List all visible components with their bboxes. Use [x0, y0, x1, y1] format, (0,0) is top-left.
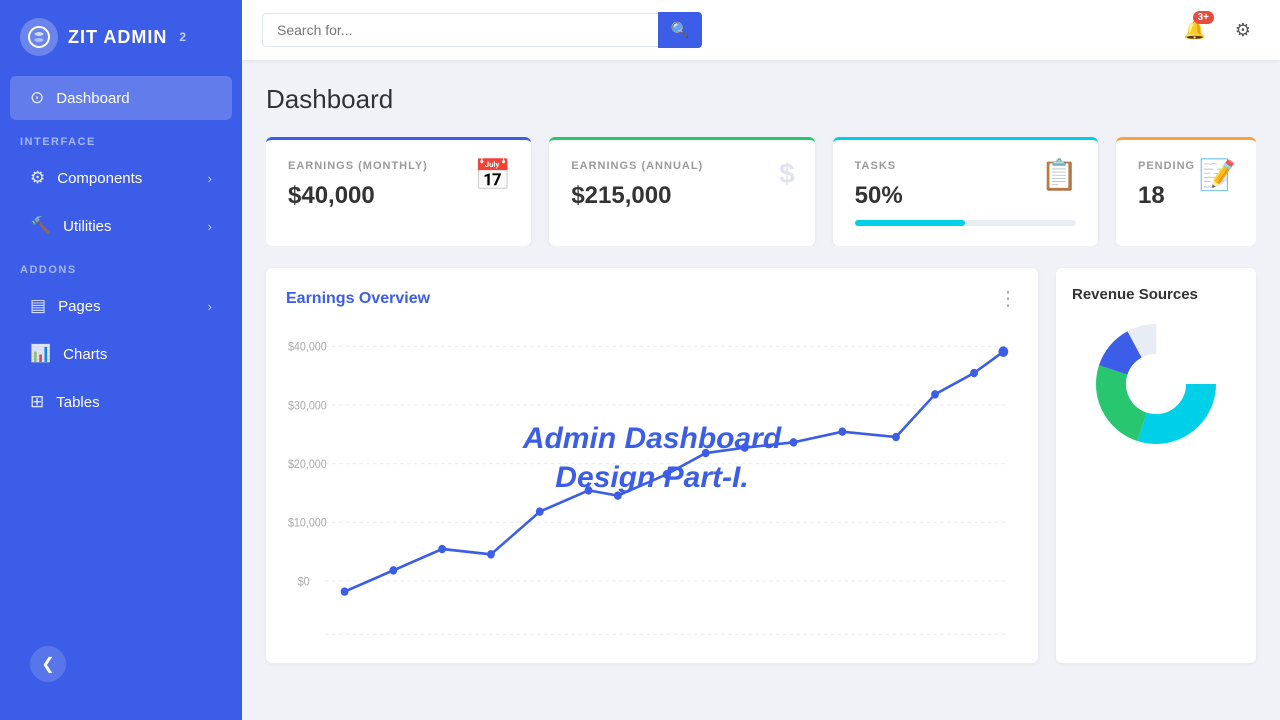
stat-card-earnings-monthly: EARNINGS (MONTHLY) $40,000 📅 [266, 137, 531, 246]
notification-badge: 3+ [1193, 11, 1214, 24]
sidebar-item-label: Tables [56, 394, 99, 411]
earnings-chart-svg: $40,000 $30,000 $20,000 $10,000 $0 [286, 325, 1018, 645]
components-icon: ⚙ [30, 168, 45, 188]
sidebar-item-label: Utilities [63, 218, 111, 235]
logo-icon [20, 18, 58, 56]
earnings-chart-title: Earnings Overview [286, 290, 430, 308]
y-label-0: $0 [298, 576, 310, 589]
settings-button[interactable]: ⚙ [1226, 13, 1260, 47]
stat-card-progress-bar [855, 220, 966, 226]
chart-dot [536, 507, 544, 516]
chart-dot [663, 470, 671, 479]
app-logo: ZIT ADMIN 2 [0, 0, 242, 74]
charts-icon: 📊 [30, 344, 51, 364]
search-input[interactable] [262, 13, 658, 47]
chevron-right-icon: › [208, 219, 212, 234]
sidebar: ZIT ADMIN 2 ⊙ Dashboard INTERFACE ⚙ Comp… [0, 0, 242, 720]
stat-card-progress-track [855, 220, 1076, 226]
y-label-20k: $20,000 [288, 459, 327, 472]
chevron-left-icon: ❮ [41, 654, 54, 674]
app-version: 2 [179, 30, 187, 44]
chart-dot [838, 427, 846, 436]
sidebar-item-pages[interactable]: ▤ Pages › [10, 284, 232, 328]
y-label-30k: $30,000 [288, 400, 327, 413]
dollar-icon: $ [779, 158, 795, 190]
main-area: 🔍 🔔 3+ ⚙ Dashboard EARNINGS (MONTHLY) $4… [242, 0, 1280, 720]
earnings-chart-card: Earnings Overview ⋮ Admin Dashboard Desi… [266, 268, 1038, 663]
sidebar-collapse-button[interactable]: ❮ [30, 646, 66, 682]
sidebar-item-dashboard[interactable]: ⊙ Dashboard [10, 76, 232, 120]
chevron-right-icon: › [208, 299, 212, 314]
sidebar-section-interface: INTERFACE [0, 122, 242, 154]
gear-icon: ⚙ [1235, 20, 1251, 41]
page-title: Dashboard [266, 84, 1256, 115]
sidebar-item-components[interactable]: ⚙ Components › [10, 156, 232, 200]
stat-cards-row: EARNINGS (MONTHLY) $40,000 📅 EARNINGS (A… [266, 137, 1256, 246]
chart-dot [702, 449, 710, 458]
y-label-10k: $10,000 [288, 517, 327, 530]
chart-dot [341, 587, 349, 596]
dashboard-icon: ⊙ [30, 88, 44, 108]
sidebar-item-label: Dashboard [56, 90, 129, 107]
chart-dot [931, 390, 939, 399]
chart-dot [741, 443, 749, 452]
calendar-icon: 📅 [474, 158, 511, 193]
stat-card-earnings-annual: EARNINGS (ANNUAL) $215,000 $ [549, 137, 814, 246]
chart-dot [790, 438, 798, 447]
chart-dot [970, 369, 978, 378]
sidebar-item-utilities[interactable]: 🔨 Utilities › [10, 204, 232, 248]
tables-icon: ⊞ [30, 392, 44, 412]
sidebar-item-charts[interactable]: 📊 Charts [10, 332, 232, 376]
sidebar-item-label: Components [57, 170, 142, 187]
stat-card-pending: PENDING 18 📝 [1116, 137, 1256, 246]
donut-center [1126, 354, 1186, 414]
sidebar-item-tables[interactable]: ⊞ Tables [10, 380, 232, 424]
chart-dot [585, 486, 593, 495]
stat-card-tasks: TASKS 50% 📋 [833, 137, 1098, 246]
chevron-right-icon: › [208, 171, 212, 186]
chart-dot [487, 550, 495, 559]
y-label-40k: $40,000 [288, 341, 327, 354]
stat-card-label: EARNINGS (ANNUAL) [571, 160, 792, 172]
earnings-chart-header: Earnings Overview ⋮ [286, 286, 1018, 311]
notification-button[interactable]: 🔔 3+ [1178, 13, 1212, 47]
chart-dot-last [998, 346, 1008, 357]
revenue-sources-title: Revenue Sources [1072, 286, 1240, 303]
pending-icon: 📝 [1199, 158, 1236, 193]
search-container: 🔍 [262, 12, 702, 48]
top-header: 🔍 🔔 3+ ⚙ [242, 0, 1280, 60]
utilities-icon: 🔨 [30, 216, 51, 236]
search-icon: 🔍 [671, 21, 690, 39]
tasks-icon: 📋 [1041, 158, 1078, 193]
sidebar-section-addons: ADDONS [0, 250, 242, 282]
chart-dot [892, 433, 900, 442]
chart-dot [438, 545, 446, 554]
sidebar-item-label: Pages [58, 298, 101, 315]
stat-card-value: $215,000 [571, 182, 792, 210]
chart-line [345, 352, 1004, 592]
app-name-label: ZIT ADMIN [68, 27, 167, 48]
revenue-sources-card: Revenue Sources [1056, 268, 1256, 663]
chart-dot [614, 491, 622, 500]
main-content: Dashboard EARNINGS (MONTHLY) $40,000 📅 E… [242, 60, 1280, 720]
sidebar-item-label: Charts [63, 346, 107, 363]
lower-section: Earnings Overview ⋮ Admin Dashboard Desi… [266, 268, 1256, 663]
header-right: 🔔 3+ ⚙ [1178, 13, 1260, 47]
chart-dot [389, 566, 397, 575]
pages-icon: ▤ [30, 296, 46, 316]
earnings-chart-menu-icon[interactable]: ⋮ [998, 286, 1018, 311]
revenue-donut-chart [1091, 319, 1221, 449]
search-button[interactable]: 🔍 [658, 12, 702, 48]
